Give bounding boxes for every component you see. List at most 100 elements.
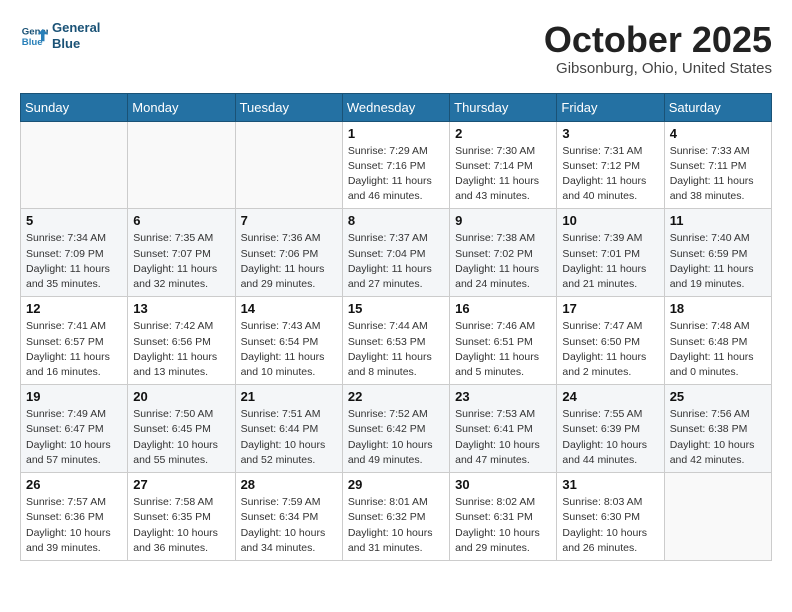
- day-cell: 29Sunrise: 8:01 AM Sunset: 6:32 PM Dayli…: [342, 473, 449, 561]
- day-cell: 20 Sunrise: 7:50 AM Sunset: 6:45 PM Dayli…: [128, 385, 235, 473]
- day-number: 7: [241, 213, 337, 228]
- day-cell: 22 Sunrise: 7:52 AM Sunset: 6:42 PM Dayli…: [342, 385, 449, 473]
- month-title: October 2025: [544, 20, 772, 60]
- logo-line1: General: [52, 20, 100, 35]
- header-row: SundayMondayTuesdayWednesdayThursdayFrid…: [21, 93, 772, 121]
- day-cell: 23 Sunrise: 7:53 AM Sunset: 6:41 PM Dayli…: [450, 385, 557, 473]
- calendar-header: SundayMondayTuesdayWednesdayThursdayFrid…: [21, 93, 772, 121]
- week-row-2: 5Sunrise: 7:34 AM Sunset: 7:09 PM Daylig…: [21, 209, 772, 297]
- day-info: Sunrise: 7:53 AM Sunset: 6:41 PM Dayligh…: [455, 407, 551, 468]
- col-header-sunday: Sunday: [21, 93, 128, 121]
- day-info: Sunrise: 7:44 AM Sunset: 6:53 PM Dayligh…: [348, 319, 444, 380]
- day-number: 28: [241, 477, 337, 492]
- col-header-monday: Monday: [128, 93, 235, 121]
- day-cell: 30Sunrise: 8:02 AM Sunset: 6:31 PM Dayli…: [450, 473, 557, 561]
- day-cell: 25Sunrise: 7:56 AM Sunset: 6:38 PM Dayli…: [664, 385, 771, 473]
- day-cell: 5Sunrise: 7:34 AM Sunset: 7:09 PM Daylig…: [21, 209, 128, 297]
- day-number: 23: [455, 389, 551, 404]
- day-cell: 28 Sunrise: 7:59 AM Sunset: 6:34 PM Dayli…: [235, 473, 342, 561]
- day-info: Sunrise: 8:01 AM Sunset: 6:32 PM Dayligh…: [348, 495, 444, 556]
- day-number: 31: [562, 477, 658, 492]
- day-number: 30: [455, 477, 551, 492]
- day-cell: 8 Sunrise: 7:37 AM Sunset: 7:04 PM Daylig…: [342, 209, 449, 297]
- day-info: Sunrise: 7:40 AM Sunset: 6:59 PM Dayligh…: [670, 231, 766, 292]
- day-cell: 16 Sunrise: 7:46 AM Sunset: 6:51 PM Dayli…: [450, 297, 557, 385]
- day-cell: 2Sunrise: 7:30 AM Sunset: 7:14 PM Daylig…: [450, 121, 557, 209]
- day-cell: [21, 121, 128, 209]
- page-header: General Blue General Blue October 2025 G…: [20, 20, 772, 77]
- day-number: 17: [562, 301, 658, 316]
- day-number: 5: [26, 213, 122, 228]
- day-cell: 9 Sunrise: 7:38 AM Sunset: 7:02 PM Daylig…: [450, 209, 557, 297]
- day-number: 9: [455, 213, 551, 228]
- day-number: 16: [455, 301, 551, 316]
- day-cell: 15 Sunrise: 7:44 AM Sunset: 6:53 PM Dayli…: [342, 297, 449, 385]
- day-info: Sunrise: 7:41 AM Sunset: 6:57 PM Dayligh…: [26, 319, 122, 380]
- day-info: Sunrise: 7:55 AM Sunset: 6:39 PM Dayligh…: [562, 407, 658, 468]
- day-number: 19: [26, 389, 122, 404]
- day-info: Sunrise: 7:46 AM Sunset: 6:51 PM Dayligh…: [455, 319, 551, 380]
- day-number: 10: [562, 213, 658, 228]
- col-header-tuesday: Tuesday: [235, 93, 342, 121]
- col-header-saturday: Saturday: [664, 93, 771, 121]
- day-number: 6: [133, 213, 229, 228]
- day-info: Sunrise: 7:29 AM Sunset: 7:16 PM Dayligh…: [348, 144, 444, 205]
- logo-line2: Blue: [52, 36, 80, 51]
- week-row-3: 12 Sunrise: 7:41 AM Sunset: 6:57 PM Dayli…: [21, 297, 772, 385]
- day-number: 22: [348, 389, 444, 404]
- day-info: Sunrise: 7:39 AM Sunset: 7:01 PM Dayligh…: [562, 231, 658, 292]
- day-info: Sunrise: 7:30 AM Sunset: 7:14 PM Dayligh…: [455, 144, 551, 205]
- day-info: Sunrise: 7:48 AM Sunset: 6:48 PM Dayligh…: [670, 319, 766, 380]
- day-info: Sunrise: 7:47 AM Sunset: 6:50 PM Dayligh…: [562, 319, 658, 380]
- logo-icon: General Blue: [20, 22, 48, 50]
- day-info: Sunrise: 7:33 AM Sunset: 7:11 PM Dayligh…: [670, 144, 766, 205]
- day-info: Sunrise: 7:38 AM Sunset: 7:02 PM Dayligh…: [455, 231, 551, 292]
- day-info: Sunrise: 7:59 AM Sunset: 6:34 PM Dayligh…: [241, 495, 337, 556]
- day-cell: 11Sunrise: 7:40 AM Sunset: 6:59 PM Dayli…: [664, 209, 771, 297]
- day-info: Sunrise: 7:57 AM Sunset: 6:36 PM Dayligh…: [26, 495, 122, 556]
- day-number: 4: [670, 126, 766, 141]
- week-row-4: 19 Sunrise: 7:49 AM Sunset: 6:47 PM Dayli…: [21, 385, 772, 473]
- day-info: Sunrise: 7:50 AM Sunset: 6:45 PM Dayligh…: [133, 407, 229, 468]
- day-cell: 4 Sunrise: 7:33 AM Sunset: 7:11 PM Daylig…: [664, 121, 771, 209]
- day-info: Sunrise: 7:31 AM Sunset: 7:12 PM Dayligh…: [562, 144, 658, 205]
- day-cell: 13 Sunrise: 7:42 AM Sunset: 6:56 PM Dayli…: [128, 297, 235, 385]
- day-info: Sunrise: 7:58 AM Sunset: 6:35 PM Dayligh…: [133, 495, 229, 556]
- day-number: 12: [26, 301, 122, 316]
- day-info: Sunrise: 7:51 AM Sunset: 6:44 PM Dayligh…: [241, 407, 337, 468]
- day-number: 1: [348, 126, 444, 141]
- day-number: 27: [133, 477, 229, 492]
- day-number: 25: [670, 389, 766, 404]
- day-info: Sunrise: 7:35 AM Sunset: 7:07 PM Dayligh…: [133, 231, 229, 292]
- day-cell: [128, 121, 235, 209]
- day-cell: [235, 121, 342, 209]
- day-cell: 31Sunrise: 8:03 AM Sunset: 6:30 PM Dayli…: [557, 473, 664, 561]
- day-number: 20: [133, 389, 229, 404]
- day-number: 8: [348, 213, 444, 228]
- day-cell: 27 Sunrise: 7:58 AM Sunset: 6:35 PM Dayli…: [128, 473, 235, 561]
- day-cell: 18Sunrise: 7:48 AM Sunset: 6:48 PM Dayli…: [664, 297, 771, 385]
- day-number: 26: [26, 477, 122, 492]
- week-row-5: 26 Sunrise: 7:57 AM Sunset: 6:36 PM Dayli…: [21, 473, 772, 561]
- day-cell: 21 Sunrise: 7:51 AM Sunset: 6:44 PM Dayli…: [235, 385, 342, 473]
- day-cell: 3 Sunrise: 7:31 AM Sunset: 7:12 PM Daylig…: [557, 121, 664, 209]
- week-row-1: 1 Sunrise: 7:29 AM Sunset: 7:16 PM Daylig…: [21, 121, 772, 209]
- day-info: Sunrise: 7:36 AM Sunset: 7:06 PM Dayligh…: [241, 231, 337, 292]
- day-cell: 26 Sunrise: 7:57 AM Sunset: 6:36 PM Dayli…: [21, 473, 128, 561]
- day-number: 21: [241, 389, 337, 404]
- day-cell: 7 Sunrise: 7:36 AM Sunset: 7:06 PM Daylig…: [235, 209, 342, 297]
- col-header-thursday: Thursday: [450, 93, 557, 121]
- day-info: Sunrise: 7:49 AM Sunset: 6:47 PM Dayligh…: [26, 407, 122, 468]
- day-number: 3: [562, 126, 658, 141]
- day-info: Sunrise: 7:42 AM Sunset: 6:56 PM Dayligh…: [133, 319, 229, 380]
- day-cell: 1 Sunrise: 7:29 AM Sunset: 7:16 PM Daylig…: [342, 121, 449, 209]
- day-cell: 17 Sunrise: 7:47 AM Sunset: 6:50 PM Dayli…: [557, 297, 664, 385]
- day-info: Sunrise: 7:37 AM Sunset: 7:04 PM Dayligh…: [348, 231, 444, 292]
- day-cell: 24 Sunrise: 7:55 AM Sunset: 6:39 PM Dayli…: [557, 385, 664, 473]
- day-info: Sunrise: 7:52 AM Sunset: 6:42 PM Dayligh…: [348, 407, 444, 468]
- day-number: 24: [562, 389, 658, 404]
- title-block: October 2025 Gibsonburg, Ohio, United St…: [544, 20, 772, 77]
- day-number: 15: [348, 301, 444, 316]
- day-info: Sunrise: 7:43 AM Sunset: 6:54 PM Dayligh…: [241, 319, 337, 380]
- day-number: 13: [133, 301, 229, 316]
